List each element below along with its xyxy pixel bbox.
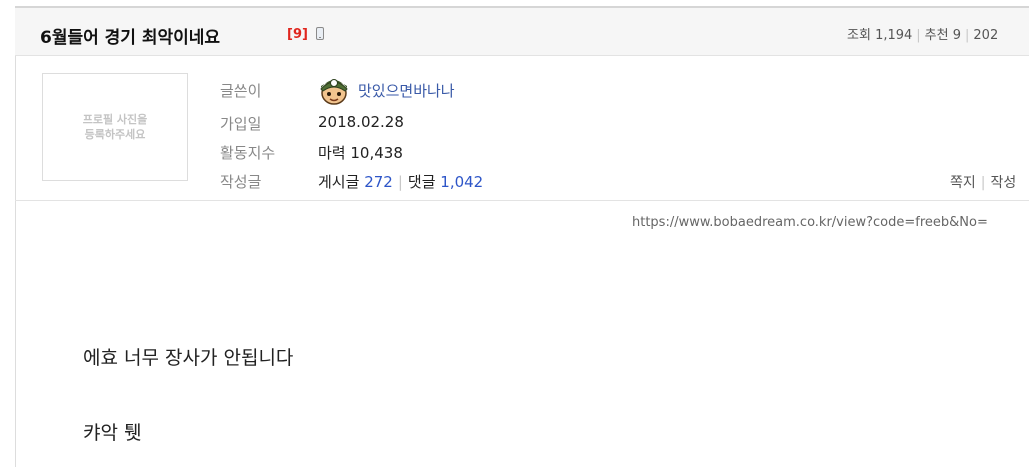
info-divider bbox=[15, 200, 1029, 201]
recommend-label: 추천 bbox=[924, 28, 949, 43]
post-title-bar: 6월들어 경기 최악이네요 [9] 조회 1,194 | 추천 9 | 202 bbox=[15, 6, 1029, 56]
posts-label: 작성글 bbox=[220, 173, 262, 191]
joined-label: 가입일 bbox=[220, 115, 262, 133]
posts-count-label: 게시글 bbox=[318, 173, 360, 191]
profile-placeholder-text: 프로필 사진을 등록하주세요 bbox=[82, 113, 148, 141]
comments-count-link[interactable]: 1,042 bbox=[440, 173, 483, 191]
views-label: 조회 bbox=[847, 28, 871, 43]
send-message-link[interactable]: 쪽지 bbox=[950, 175, 976, 191]
post-title: 6월들어 경기 최악이네요 bbox=[40, 28, 221, 48]
post-date: 202 bbox=[973, 28, 999, 43]
post-stats: 조회 1,194 | 추천 9 | 202 bbox=[847, 28, 999, 43]
source-url-link[interactable]: https://www.bobaedream.co.kr/view?code=f… bbox=[632, 215, 988, 230]
post-body-line: 에효 너무 장사가 안됩니다 bbox=[83, 347, 294, 369]
character-avatar-icon[interactable] bbox=[318, 74, 350, 106]
profile-photo-placeholder: 프로필 사진을 등록하주세요 bbox=[42, 73, 188, 181]
writer-label: 글쓴이 bbox=[220, 82, 262, 100]
recommend-count: 9 bbox=[952, 28, 962, 43]
activity-score: 마력 10,438 bbox=[318, 142, 403, 163]
posts-count-link[interactable]: 272 bbox=[364, 173, 393, 191]
post-view: 6월들어 경기 최악이네요 [9] 조회 1,194 | 추천 9 | 202 프로필 … bbox=[0, 0, 1029, 467]
author-nickname-link[interactable]: 맛있으면바나나 bbox=[358, 80, 455, 101]
view-written-link[interactable]: 작성 bbox=[990, 175, 1016, 191]
mobile-phone-icon bbox=[316, 27, 324, 40]
content-left-border bbox=[15, 6, 16, 467]
comment-count-badge[interactable]: [9] bbox=[287, 27, 308, 42]
activity-value: 10,438 bbox=[350, 144, 403, 162]
author-actions: 쪽지 | 작성 bbox=[950, 175, 1017, 191]
author-post-stats: 게시글 272 | 댓글 1,042 bbox=[318, 173, 484, 191]
post-body-line: 캬악 퉷 bbox=[83, 422, 142, 444]
joined-date: 2018.02.28 bbox=[318, 113, 404, 131]
comments-count-label: 댓글 bbox=[407, 173, 436, 191]
views-count: 1,194 bbox=[875, 28, 913, 43]
activity-label: 활동지수 bbox=[220, 144, 276, 162]
activity-type: 마력 bbox=[318, 144, 346, 162]
